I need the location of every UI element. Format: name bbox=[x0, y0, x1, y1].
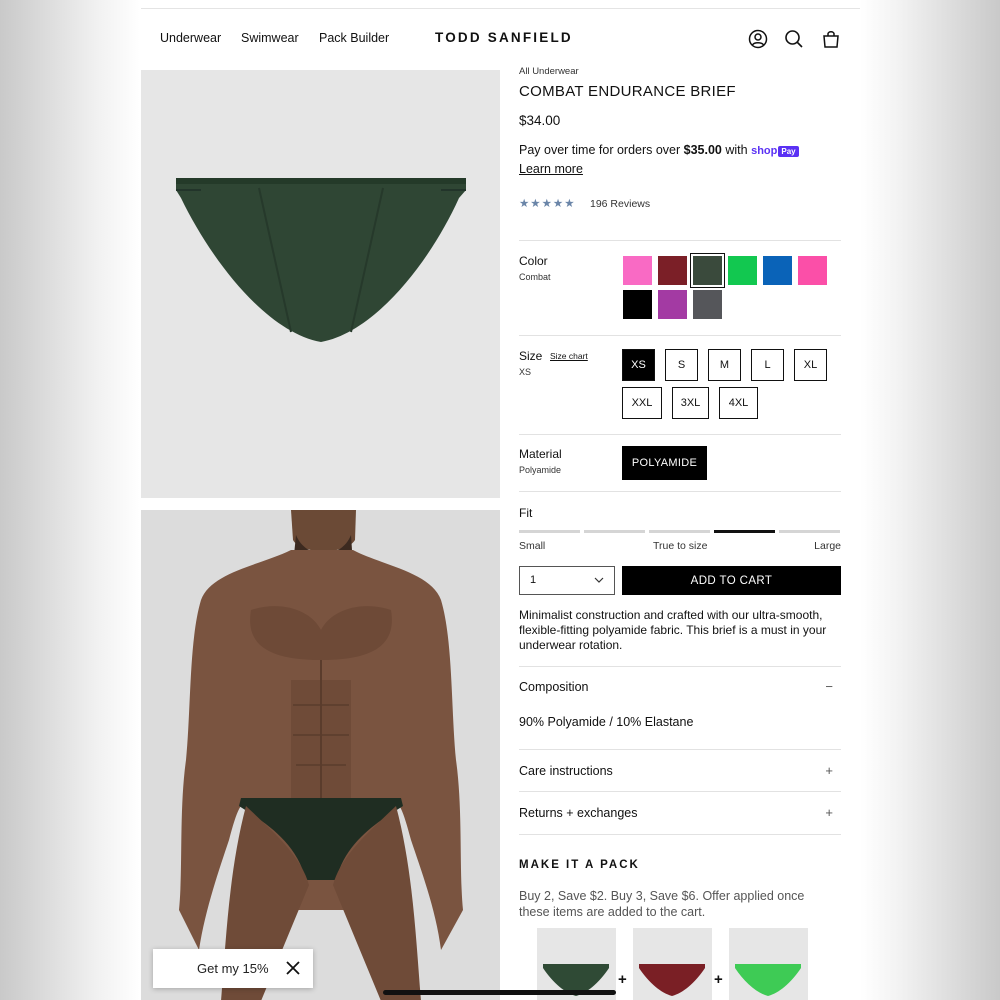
material-selected: Polyamide bbox=[519, 465, 562, 475]
home-indicator bbox=[383, 990, 616, 995]
color-selected: Combat bbox=[519, 272, 551, 282]
divider bbox=[519, 791, 841, 792]
size-label: Size bbox=[519, 349, 543, 363]
fit-segment bbox=[519, 530, 580, 533]
fit-segment bbox=[649, 530, 710, 533]
chevron-down-icon bbox=[594, 575, 604, 588]
pack-item-3[interactable] bbox=[729, 928, 808, 1000]
fit-segment bbox=[584, 530, 645, 533]
fit-segment bbox=[714, 530, 775, 533]
search-icon[interactable] bbox=[783, 28, 805, 50]
product-image-flat[interactable] bbox=[141, 70, 500, 498]
divider bbox=[519, 335, 841, 336]
composition-text: 90% Polyamide / 10% Elastane bbox=[519, 715, 694, 729]
rating-stars-icon[interactable]: ★★★★★ bbox=[519, 196, 576, 210]
size-chart-link[interactable]: Size chart bbox=[550, 351, 588, 361]
expand-icon[interactable]: + bbox=[825, 805, 833, 820]
pack-brief-shape bbox=[735, 964, 801, 996]
nav-swimwear[interactable]: Swimwear bbox=[241, 31, 299, 45]
material-label: Material bbox=[519, 447, 562, 461]
color-swatch[interactable] bbox=[763, 256, 792, 285]
shop-pay-word: shop bbox=[751, 145, 778, 157]
divider bbox=[519, 240, 841, 241]
divider bbox=[519, 834, 841, 835]
quantity-value: 1 bbox=[530, 574, 537, 586]
pack-title: MAKE IT A PACK bbox=[519, 859, 640, 871]
size-option-m[interactable]: M bbox=[708, 349, 741, 381]
shop-pay-installments: Pay over time for orders over $35.00 wit… bbox=[519, 143, 799, 157]
brand-logo[interactable]: TODD SANFIELD bbox=[435, 30, 573, 45]
product-description: Minimalist construction and crafted with… bbox=[519, 608, 827, 652]
account-icon[interactable] bbox=[747, 28, 769, 50]
material-option-polyamide[interactable]: POLYAMIDE bbox=[622, 446, 707, 480]
collapse-icon[interactable]: − bbox=[825, 679, 833, 694]
close-icon[interactable] bbox=[285, 960, 301, 981]
pay-threshold: $35.00 bbox=[683, 143, 722, 157]
color-swatch[interactable] bbox=[623, 256, 652, 285]
accordion-returns[interactable]: Returns + exchanges bbox=[519, 806, 637, 820]
color-swatch[interactable] bbox=[658, 290, 687, 319]
pack-brief-shape bbox=[639, 964, 705, 996]
color-swatch[interactable] bbox=[798, 256, 827, 285]
divider bbox=[519, 434, 841, 435]
pack-item-2[interactable] bbox=[633, 928, 712, 1000]
add-to-cart-button[interactable]: ADD TO CART bbox=[622, 566, 841, 595]
nav-pack-builder[interactable]: Pack Builder bbox=[319, 31, 389, 45]
pay-text: Pay over time for orders over bbox=[519, 143, 684, 157]
site-header: Underwear Swimwear Pack Builder TODD SAN… bbox=[141, 9, 860, 70]
quantity-select[interactable]: 1 bbox=[519, 566, 615, 595]
divider bbox=[519, 666, 841, 667]
pack-offer-text: Buy 2, Save $2. Buy 3, Save $6. Offer ap… bbox=[519, 889, 805, 919]
size-selected: XS bbox=[519, 367, 532, 377]
size-option-xl[interactable]: XL bbox=[794, 349, 827, 381]
divider bbox=[519, 749, 841, 750]
pay-with: with bbox=[721, 143, 752, 157]
shop-pay-badge: Pay bbox=[778, 146, 799, 157]
nav-underwear[interactable]: Underwear bbox=[160, 31, 221, 45]
size-option-s[interactable]: S bbox=[665, 349, 698, 381]
size-option-xs[interactable]: XS bbox=[622, 349, 655, 381]
breadcrumb[interactable]: All Underwear bbox=[519, 66, 579, 77]
shop-pay-logo: shop Pay bbox=[751, 145, 799, 157]
fit-segment bbox=[779, 530, 840, 533]
plus-icon: + bbox=[618, 971, 627, 988]
color-swatch[interactable] bbox=[690, 253, 725, 288]
size-option-l[interactable]: L bbox=[751, 349, 784, 381]
divider bbox=[519, 491, 841, 492]
accordion-care-instructions[interactable]: Care instructions bbox=[519, 764, 613, 778]
size-option-xxl[interactable]: XXL bbox=[622, 387, 662, 419]
product-title: COMBAT ENDURANCE BRIEF bbox=[519, 83, 736, 100]
plus-icon: + bbox=[714, 971, 723, 988]
color-swatch[interactable] bbox=[623, 290, 652, 319]
reviews-count[interactable]: 196 Reviews bbox=[590, 198, 650, 210]
color-swatch[interactable] bbox=[693, 290, 722, 319]
color-swatch[interactable] bbox=[658, 256, 687, 285]
fit-true-to-size: True to size bbox=[653, 540, 708, 552]
product-image-model[interactable] bbox=[141, 510, 500, 1000]
accordion-composition[interactable]: Composition bbox=[519, 680, 588, 694]
discount-popup-text[interactable]: Get my 15% bbox=[197, 961, 269, 976]
expand-icon[interactable]: + bbox=[825, 763, 833, 778]
size-option-3xl[interactable]: 3XL bbox=[672, 387, 709, 419]
page: Underwear Swimwear Pack Builder TODD SAN… bbox=[141, 8, 860, 1000]
product-price: $34.00 bbox=[519, 113, 561, 128]
fit-label: Fit bbox=[519, 506, 533, 520]
fit-large: Large bbox=[814, 540, 841, 552]
learn-more-link[interactable]: Learn more bbox=[519, 162, 583, 176]
discount-popup[interactable]: Get my 15% bbox=[153, 949, 313, 988]
fit-small: Small bbox=[519, 540, 546, 552]
color-label: Color bbox=[519, 254, 548, 268]
cart-icon[interactable] bbox=[820, 28, 842, 50]
size-option-4xl[interactable]: 4XL bbox=[719, 387, 758, 419]
color-swatch[interactable] bbox=[728, 256, 757, 285]
